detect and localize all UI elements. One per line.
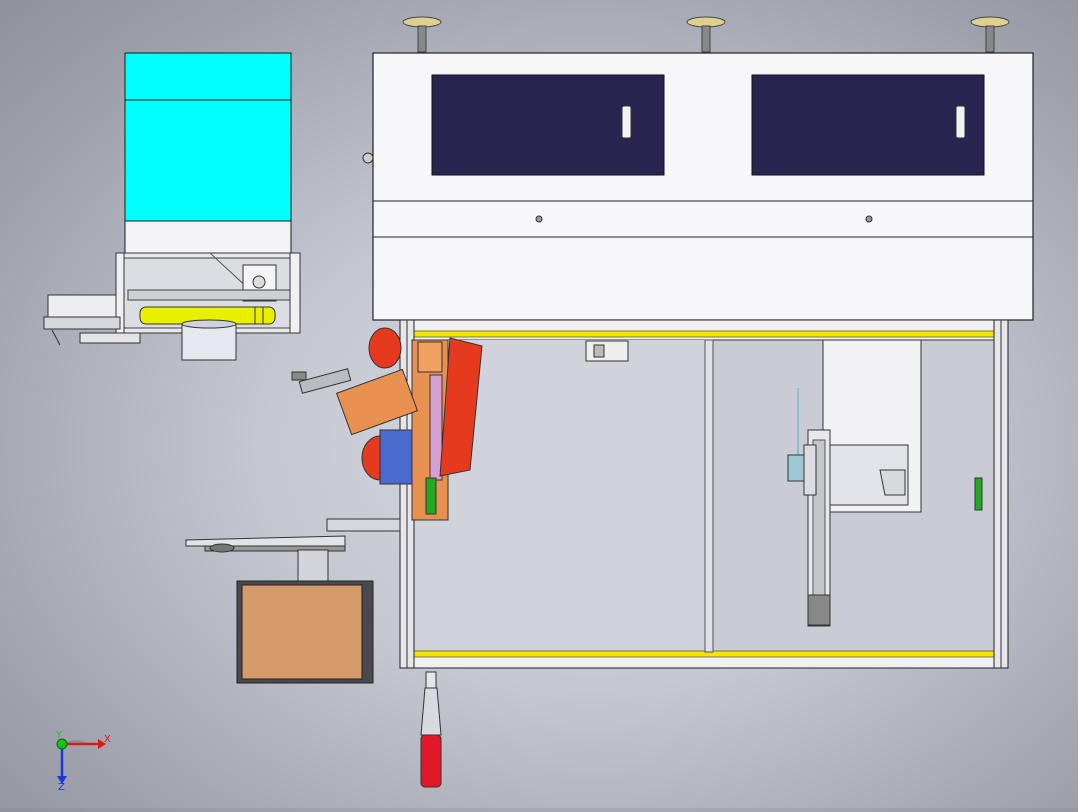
axis-triad: X Y Z [55, 730, 111, 793]
main-cabinet[interactable] [362, 16, 1034, 321]
z-axis-label: Z [58, 782, 65, 793]
work-enclosure[interactable] [399, 319, 1009, 669]
hopper-base [124, 220, 292, 254]
leveling-foot-left [402, 16, 442, 53]
carton-box[interactable] [236, 580, 374, 684]
status-indicator [974, 477, 983, 511]
hopper-feeder[interactable] [43, 52, 301, 361]
end-effector [291, 368, 419, 436]
y-axis-label: Y [55, 730, 63, 741]
frame-stripe-bottom [404, 650, 1002, 658]
hopper-bin [124, 52, 292, 222]
leveling-foot-middle [686, 16, 726, 53]
x-axis-label: X [104, 734, 111, 745]
front-handle[interactable] [420, 671, 442, 788]
door-handle-left[interactable] [621, 105, 632, 139]
door-handle-right[interactable] [955, 105, 966, 139]
transfer-plate [185, 518, 401, 583]
cad-viewport[interactable]: X Y Z [0, 0, 1078, 808]
frame-stripe-top [404, 330, 1002, 338]
cabinet-window-right [751, 74, 985, 176]
assembly-drawing: X Y Z [43, 16, 1034, 793]
leveling-foot-right [970, 16, 1010, 53]
robot-base-disc-top [368, 327, 402, 369]
